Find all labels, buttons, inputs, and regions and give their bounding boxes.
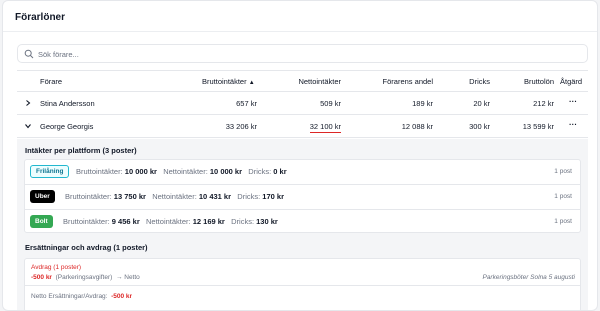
driver-detail-panel: Intäkter per plattform (3 poster) Frilån… (17, 139, 588, 310)
net-amount: 12 169 kr (192, 217, 225, 226)
net-amount: 10 431 kr (198, 192, 232, 201)
gross-label: Bruttointäkter: (63, 217, 110, 226)
share-value: 12 088 kr (401, 122, 433, 131)
compensation-divider (25, 285, 580, 286)
platform-badge: Frilåning (30, 165, 70, 178)
tips-amount: 130 kr (256, 217, 278, 226)
gross-label: Bruttointäkter: (76, 167, 123, 176)
col-net[interactable]: Nettointäkter (298, 77, 341, 86)
col-gross-label: Bruttointäkter (202, 77, 247, 86)
post-count: 1 post (554, 218, 572, 225)
table-header: Förare Bruttointäkter ▲ Nettointäkter Fö… (17, 70, 588, 92)
platform-section-title: Intäkter per plattform (3 poster) (25, 146, 137, 155)
chevron-right-icon[interactable] (24, 99, 32, 107)
col-share[interactable]: Förarens andel (383, 77, 433, 86)
more-actions-icon[interactable]: ··· (569, 97, 577, 106)
col-driver[interactable]: Förare (40, 77, 62, 86)
chevron-down-icon[interactable] (24, 122, 32, 130)
platform-row: Bolt Bruttointäkter: 9 456 kr Nettointäk… (25, 210, 580, 234)
net-compensation-label: Netto Ersättningar/Avdrag: (31, 293, 108, 300)
header-divider (3, 31, 597, 32)
net-label: Nettointäkter: (163, 167, 208, 176)
platform-list: Frilåning Bruttointäkter: 10 000 kr Nett… (24, 159, 581, 233)
col-tips[interactable]: Dricks (469, 77, 490, 86)
deduction-category: (Parkeringsavgifter) (55, 274, 113, 281)
col-gross-salary[interactable]: Bruttolön (524, 77, 554, 86)
gross-value: 657 kr (236, 99, 257, 108)
gross-amount: 10 000 kr (124, 167, 157, 176)
platform-stats: Bruttointäkter: 13 750 kr Nettointäkter:… (65, 192, 284, 201)
tips-amount: 170 kr (262, 192, 284, 201)
driver-salaries-card: Förarlöner Förare Bruttointäkter ▲ Netto… (2, 0, 598, 311)
gross-amount: 13 750 kr (113, 192, 146, 201)
tips-value: 300 kr (469, 122, 490, 131)
compensation-box: Avdrag (1 poster) -500 kr (Parkeringsavg… (24, 258, 581, 310)
driver-name: Stina Andersson (40, 99, 95, 108)
sort-asc-icon: ▲ (248, 80, 255, 86)
net-value-underlined: 32 100 kr (309, 122, 341, 133)
platform-stats: Bruttointäkter: 9 456 kr Nettointäkter: … (63, 217, 278, 226)
table-row[interactable]: Stina Andersson 657 kr 509 kr 189 kr 20 … (17, 92, 588, 115)
col-gross[interactable]: Bruttointäkter ▲ (202, 77, 255, 86)
deduction-target: → Netto (115, 274, 140, 281)
gross-salary-value: 212 kr (533, 99, 554, 108)
platform-row: Frilåning Bruttointäkter: 10 000 kr Nett… (25, 160, 580, 184)
gross-salary-value: 13 599 kr (522, 122, 554, 131)
net-value: 32 100 kr (309, 122, 341, 133)
platform-badge: Bolt (30, 215, 53, 228)
search-input[interactable] (38, 47, 578, 61)
deductions-heading: Avdrag (1 poster) (31, 264, 82, 271)
net-label: Nettointäkter: (146, 217, 191, 226)
tips-amount: 0 kr (273, 167, 287, 176)
tips-value: 20 kr (473, 99, 490, 108)
more-actions-icon[interactable]: ··· (569, 120, 577, 129)
gross-label: Bruttointäkter: (65, 192, 112, 201)
page-title: Förarlöner (15, 12, 66, 23)
post-count: 1 post (554, 168, 572, 175)
platform-badge: Uber (30, 190, 55, 203)
search-box[interactable] (17, 44, 588, 63)
tips-label: Dricks: (237, 192, 261, 201)
net-compensation: Netto Ersättningar/Avdrag: -500 kr (31, 293, 132, 300)
net-value: 509 kr (320, 99, 341, 108)
tips-label: Dricks: (248, 167, 272, 176)
net-amount: 10 000 kr (209, 167, 243, 176)
col-action: Åtgärd (560, 77, 583, 86)
compensation-section-title: Ersättningar och avdrag (1 poster) (25, 243, 148, 252)
gross-amount: 9 456 kr (111, 217, 140, 226)
platform-row: Uber Bruttointäkter: 13 750 kr Nettointä… (25, 185, 580, 209)
deduction-item: -500 kr (Parkeringsavgifter) → Netto Par… (31, 274, 575, 281)
search-icon (24, 49, 34, 59)
net-compensation-value: -500 kr (111, 293, 133, 300)
deduction-amount: -500 kr (31, 274, 52, 281)
post-count: 1 post (554, 193, 572, 200)
gross-value: 33 206 kr (225, 122, 257, 131)
tips-label: Dricks: (231, 217, 255, 226)
platform-stats: Bruttointäkter: 10 000 kr Nettointäkter:… (76, 167, 287, 176)
table-row[interactable]: George Georgis 33 206 kr 32 100 kr 12 08… (17, 115, 588, 138)
deduction-note: Parkeringsböter Solna 5 augusti (482, 274, 575, 281)
share-value: 189 kr (412, 99, 433, 108)
driver-name: George Georgis (40, 122, 94, 131)
net-label: Nettointäkter: (152, 192, 197, 201)
